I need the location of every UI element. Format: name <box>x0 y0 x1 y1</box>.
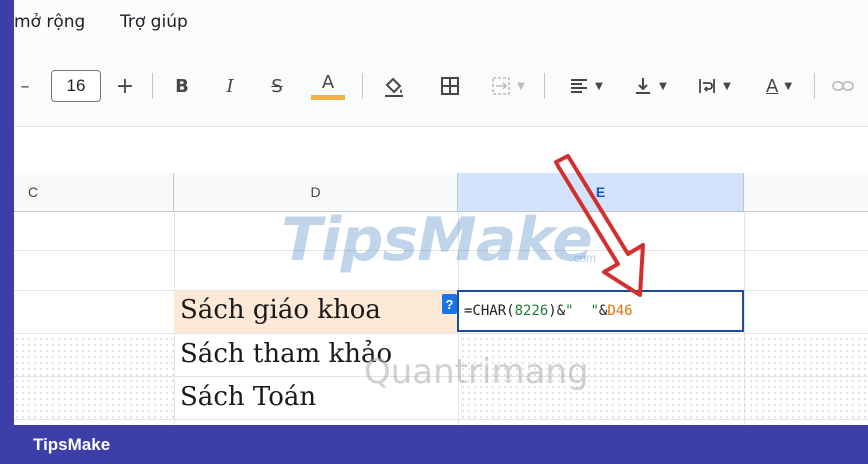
toolbar-divider <box>814 73 815 99</box>
fill-color-button[interactable] <box>379 69 409 103</box>
insert-link-button[interactable] <box>828 69 858 103</box>
chevron-down-icon: ▼ <box>595 80 603 92</box>
footer-bar: TipsMake <box>0 425 868 464</box>
row-divider <box>14 333 868 334</box>
cell-d48[interactable]: Sách Toán <box>180 382 316 412</box>
quantrimang-watermark: Quantrimang <box>364 352 589 392</box>
chevron-down-icon: ▼ <box>784 80 793 92</box>
toolbar-divider <box>152 73 153 99</box>
font-size-input[interactable]: 16 <box>51 70 101 102</box>
merge-cells-icon <box>492 77 510 95</box>
text-color-button[interactable]: A <box>310 69 346 103</box>
dotted-background <box>14 336 174 420</box>
increase-font-size-button[interactable]: + <box>112 69 138 103</box>
link-icon <box>832 81 854 91</box>
align-bottom-icon <box>636 78 651 94</box>
bold-button[interactable]: B <box>170 69 194 103</box>
text-rotation-icon: A <box>765 75 779 97</box>
toolbar-divider <box>544 73 545 99</box>
italic-button[interactable]: I <box>218 69 242 103</box>
decrease-font-size-button[interactable]: – <box>14 69 36 103</box>
cell-d47[interactable]: Sách tham khảo <box>180 339 392 369</box>
text-color-icon: A <box>321 71 335 93</box>
formula-help-icon[interactable]: ? <box>442 294 457 314</box>
horizontal-align-button[interactable]: ▼ <box>562 69 610 103</box>
text-color-swatch <box>311 94 345 100</box>
menu-item-help[interactable]: Trợ giúp <box>120 12 188 32</box>
chevron-down-icon: ▼ <box>723 80 731 92</box>
column-header-c[interactable]: C <box>14 173 174 211</box>
formula-function: =CHAR( <box>464 303 515 319</box>
cell-d46[interactable]: Sách giáo khoa <box>180 295 381 325</box>
red-arrow-annotation <box>554 154 645 297</box>
spreadsheet-window: mở rộng Trợ giúp – 16 + B I S A ▼ ▼ ▼ ▼ … <box>14 0 868 425</box>
menu-item-extensions[interactable]: mở rộng <box>14 12 85 32</box>
paint-bucket-icon <box>385 77 403 97</box>
chevron-down-icon: ▼ <box>517 80 525 92</box>
text-wrapping-button[interactable]: ▼ <box>690 69 738 103</box>
toolbar: – 16 + B I S A ▼ ▼ ▼ ▼ A ▼ <box>14 46 868 127</box>
merge-cells-button[interactable]: ▼ <box>484 69 532 103</box>
chevron-down-icon: ▼ <box>659 80 667 92</box>
text-wrap-icon <box>699 79 716 93</box>
formula-bar-area <box>14 127 868 173</box>
toolbar-divider <box>362 73 363 99</box>
borders-icon <box>441 77 459 95</box>
align-left-icon <box>571 79 588 93</box>
vertical-align-button[interactable]: ▼ <box>626 69 674 103</box>
footer-brand: TipsMake <box>33 435 111 454</box>
menu-bar: mở rộng Trợ giúp <box>14 0 868 46</box>
borders-button[interactable] <box>435 69 465 103</box>
text-rotation-button[interactable]: A ▼ <box>754 69 804 103</box>
strikethrough-button[interactable]: S <box>264 69 290 103</box>
